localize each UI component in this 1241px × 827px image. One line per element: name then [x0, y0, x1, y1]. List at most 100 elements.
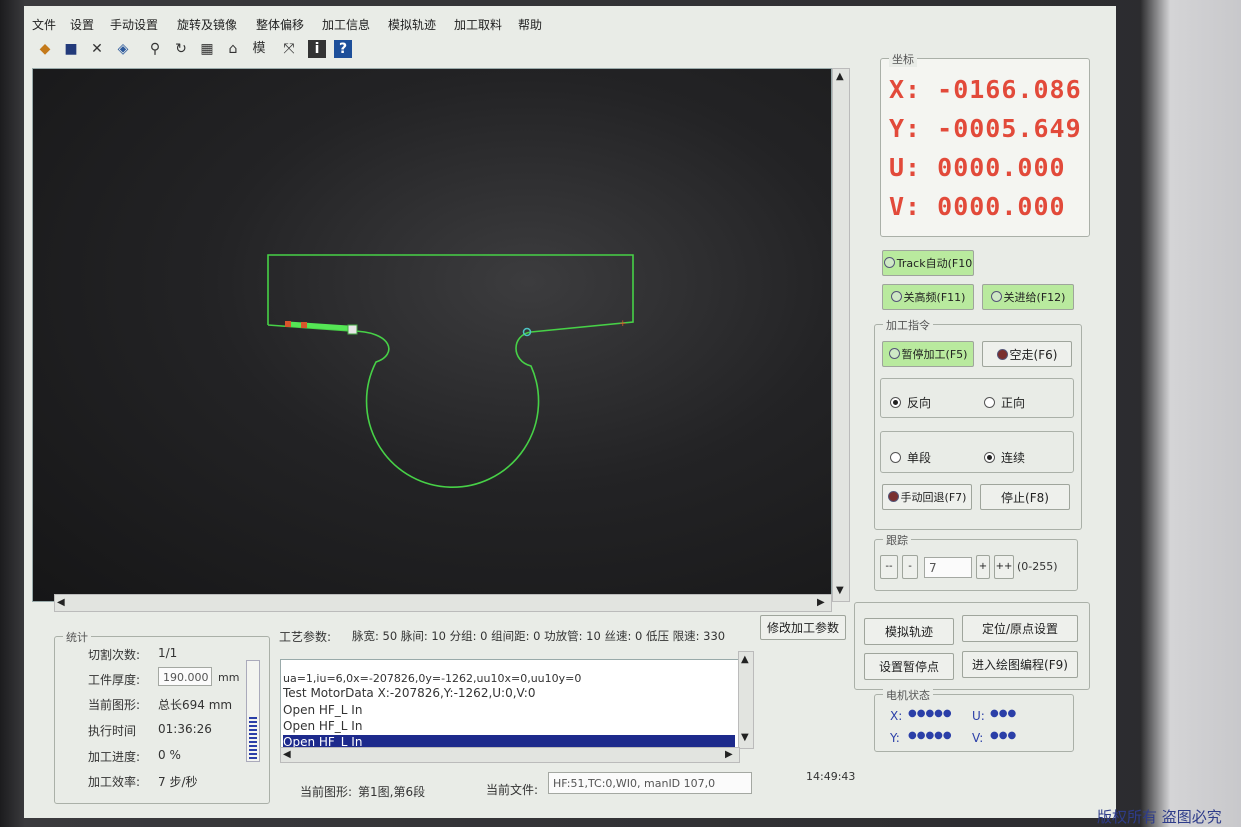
current-shape-label: 当前图形:	[300, 785, 353, 799]
menu-process-info[interactable]: 加工信息	[322, 16, 370, 33]
log-list[interactable]: ua=1,iu=6,0x=-207826,0y=-1262,uu10x=0,uu…	[280, 659, 740, 749]
log-horizontal-scrollbar[interactable]: ◀ ▶	[280, 747, 740, 763]
cut-count-value: 1/1	[158, 646, 178, 660]
open-icon[interactable]: ◆	[36, 40, 54, 58]
track-auto-label: Track自动(F10	[896, 257, 973, 270]
canvas-horizontal-scrollbar[interactable]: ◀ ▶	[54, 594, 832, 612]
app-window: 文件 设置 手动设置 旋转及镜像 整体偏移 加工信息 模拟轨迹 加工取料 帮助 …	[24, 6, 1116, 818]
log-scroll-left-icon[interactable]: ◀	[283, 749, 291, 760]
refresh-icon[interactable]: ↻	[172, 40, 190, 58]
forward-label: 正向	[1001, 396, 1026, 410]
progress-label: 加工进度:	[88, 750, 141, 764]
start-point-marker	[285, 321, 291, 327]
led-icon	[990, 291, 1002, 302]
dry-run-button[interactable]: 空走(F6)	[982, 341, 1072, 367]
house-icon[interactable]: ⌂	[224, 40, 242, 58]
track-legend: 跟踪	[883, 532, 911, 548]
log-scroll-down-icon[interactable]: ▼	[741, 732, 749, 743]
thickness-unit: mm	[218, 671, 240, 684]
shape-length-value: 总长694 mm	[158, 698, 233, 712]
track-decrease-button[interactable]: -	[902, 555, 918, 579]
led-icon	[996, 349, 1008, 360]
led-icon	[883, 257, 895, 268]
speed-gauge	[246, 660, 260, 762]
fit-icon[interactable]: ⤧	[280, 40, 298, 58]
scroll-left-icon[interactable]: ◀	[57, 597, 65, 608]
current-file-label: 当前文件:	[486, 783, 539, 797]
radio-icon	[984, 397, 995, 408]
dry-run-label: 空走(F6)	[1009, 348, 1058, 362]
track-decrease-fast-button[interactable]: --	[880, 555, 898, 579]
coord-v: V: 0000.000	[889, 192, 1066, 221]
process-params-text: 脉宽: 50 脉间: 10 分组: 0 组间距: 0 功放管: 10 丝速: 0…	[352, 629, 726, 643]
mode-icon[interactable]: 模	[250, 40, 268, 58]
stop-button[interactable]: 停止(F8)	[980, 484, 1070, 510]
efficiency-value: 7 步/秒	[158, 775, 198, 789]
log-vertical-scrollbar[interactable]: ▲ ▼	[738, 651, 754, 749]
waypoint-marker	[301, 322, 307, 328]
coord-y: Y: -0005.649	[889, 114, 1082, 143]
reverse-radio[interactable]: 反向	[890, 394, 931, 411]
wire-position-marker	[347, 324, 358, 335]
manual-back-button[interactable]: 手动回退(F7)	[882, 484, 972, 510]
thickness-input[interactable]: 190.000	[158, 667, 212, 686]
menu-rotate-mirror[interactable]: 旋转及镜像	[177, 16, 237, 33]
enter-drawing-button[interactable]: 进入绘图编程(F9)	[962, 651, 1078, 678]
close-high-freq-button[interactable]: 关高频(F11)	[882, 284, 974, 310]
log-scroll-right-icon[interactable]: ▶	[725, 749, 733, 760]
coordinate-panel: 坐标 X: -0166.086 Y: -0005.649 U: 0000.000…	[880, 51, 1090, 237]
simulate-path-button[interactable]: 模拟轨迹	[864, 618, 954, 645]
motor-u-label: U:	[972, 709, 985, 723]
drawing-canvas[interactable]: +	[32, 68, 832, 602]
process-command-legend: 加工指令	[883, 317, 933, 333]
tag-icon[interactable]: ◈	[114, 40, 132, 58]
pause-process-label: 暂停加工(F5)	[901, 348, 968, 361]
motor-x-label: X:	[890, 709, 903, 723]
progress-value: 0 %	[158, 748, 181, 762]
track-value-input[interactable]: 7	[924, 557, 972, 578]
menu-help[interactable]: 帮助	[518, 16, 542, 33]
menu-manual-settings[interactable]: 手动设置	[110, 16, 158, 33]
canvas-vertical-scrollbar[interactable]: ▲ ▼	[832, 68, 850, 602]
coord-x: X: -0166.086	[889, 75, 1082, 104]
shape-label: 当前图形:	[88, 698, 141, 712]
close-feed-label: 关进给(F12)	[1003, 291, 1066, 304]
log-line: Open HF_L In	[283, 703, 363, 717]
continuous-label: 连续	[1001, 451, 1026, 465]
info-icon[interactable]: i	[308, 40, 326, 58]
track-increase-fast-button[interactable]: ++	[994, 555, 1014, 579]
log-line: Test MotorData X:-207826,Y:-1262,U:0,V:0	[283, 686, 536, 700]
log-line: ua=1,iu=6,0x=-207826,0y=-1262,uu10x=0,uu…	[283, 672, 582, 685]
scroll-down-icon[interactable]: ▼	[836, 585, 844, 596]
help-icon[interactable]: ?	[334, 40, 352, 58]
menu-file[interactable]: 文件	[32, 16, 56, 33]
log-scroll-up-icon[interactable]: ▲	[741, 654, 749, 665]
menu-process-retrieve[interactable]: 加工取料	[454, 16, 502, 33]
motor-y-dots: ●●●●●	[908, 730, 952, 741]
track-increase-button[interactable]: +	[976, 555, 990, 579]
current-file-value: HF:51,TC:0,WI0, manID 107,0	[548, 772, 752, 794]
continuous-radio[interactable]: 连续	[984, 449, 1025, 466]
tools-icon[interactable]: ✕	[88, 40, 106, 58]
forward-radio[interactable]: 正向	[984, 394, 1025, 411]
single-step-radio[interactable]: 单段	[890, 449, 931, 466]
motor-y-label: Y:	[890, 731, 900, 745]
monitor-frame-right	[1140, 0, 1241, 827]
modify-params-button[interactable]: 修改加工参数	[760, 615, 846, 640]
menu-global-offset[interactable]: 整体偏移	[256, 16, 304, 33]
motor-x-dots: ●●●●●	[908, 708, 952, 719]
grid-icon[interactable]: ▦	[198, 40, 216, 58]
save-icon[interactable]: ■	[62, 40, 80, 58]
motor-u-dots: ●●●	[990, 708, 1017, 719]
locate-origin-button[interactable]: 定位/原点设置	[962, 615, 1078, 642]
menu-settings[interactable]: 设置	[70, 16, 94, 33]
set-pause-point-button[interactable]: 设置暂停点	[864, 653, 954, 680]
scroll-up-icon[interactable]: ▲	[836, 71, 844, 82]
close-feed-button[interactable]: 关进给(F12)	[982, 284, 1074, 310]
scroll-right-icon[interactable]: ▶	[817, 597, 825, 608]
menu-simulate-path[interactable]: 模拟轨迹	[388, 16, 436, 33]
pin-icon[interactable]: ⚲	[146, 40, 164, 58]
pause-process-button[interactable]: 暂停加工(F5)	[882, 341, 974, 367]
exec-time-label: 执行时间	[88, 724, 137, 738]
track-auto-button[interactable]: Track自动(F10	[882, 250, 974, 276]
